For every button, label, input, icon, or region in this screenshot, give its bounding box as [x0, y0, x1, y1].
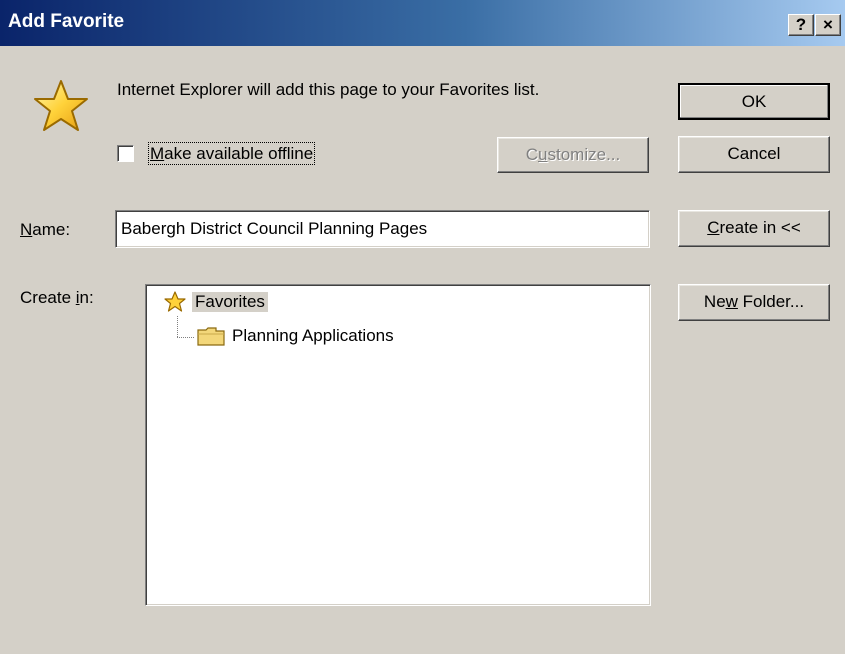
folder-icon — [197, 327, 225, 346]
star-icon — [164, 291, 186, 312]
info-message: Internet Explorer will add this page to … — [117, 80, 540, 99]
create-in-button[interactable]: Create in << — [678, 210, 830, 247]
star-icon — [34, 80, 88, 131]
offline-checkbox-label[interactable]: Make available offline — [147, 142, 316, 165]
tree-item-label: Favorites — [192, 292, 268, 312]
offline-checkbox[interactable] — [117, 145, 134, 162]
name-input[interactable]: Babergh District Council Planning Pages — [115, 210, 650, 248]
new-folder-button[interactable]: New Folder... — [678, 284, 830, 321]
customize-button[interactable]: Customize... — [497, 137, 649, 173]
name-label: Name: — [20, 220, 71, 239]
create-in-label: Create in: — [20, 288, 94, 307]
tree-item-label: Planning Applications — [232, 326, 394, 345]
name-input-value: Babergh District Council Planning Pages — [121, 219, 428, 238]
tree-connector — [177, 337, 194, 338]
cancel-button[interactable]: Cancel — [678, 136, 830, 173]
ok-button[interactable]: OK — [678, 83, 830, 120]
title-bar[interactable]: Add Favorite ? × — [0, 0, 845, 46]
window-title: Add Favorite — [8, 11, 125, 32]
close-button[interactable]: × — [815, 14, 841, 36]
help-button[interactable]: ? — [788, 14, 814, 36]
tree-connector — [177, 316, 178, 337]
tree-item-favorites[interactable]: Favorites — [164, 291, 268, 313]
tree-item-planning-applications[interactable]: Planning Applications — [196, 325, 394, 347]
